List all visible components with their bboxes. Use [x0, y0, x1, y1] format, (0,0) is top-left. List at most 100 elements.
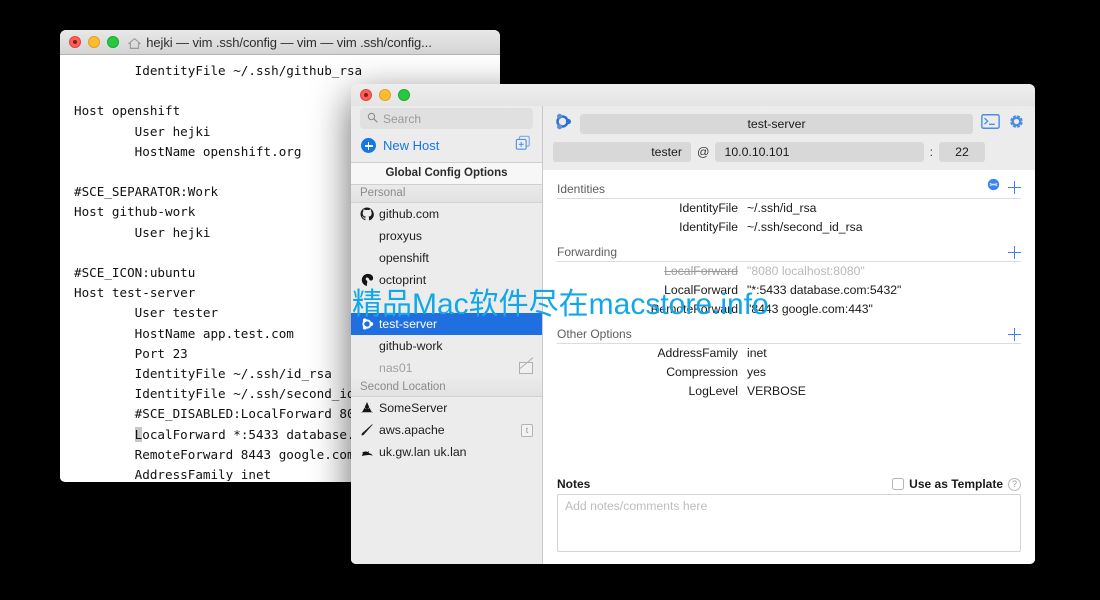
host-row-label: octoprint [379, 273, 427, 287]
app-titlebar[interactable] [351, 84, 1035, 106]
new-host-row: New Host [351, 134, 542, 162]
host-row-label: uk.gw.lan uk.lan [379, 445, 467, 459]
host-row-label: openshift [379, 251, 429, 265]
app-traffic-lights[interactable] [351, 89, 410, 101]
close-button[interactable] [69, 36, 81, 48]
option-row[interactable]: AddressFamily inet [557, 344, 1021, 363]
host-row-label: nas01 [379, 361, 413, 375]
host-disabled-badge [519, 362, 533, 374]
option-row[interactable]: LocalForward "*:5433 database.com:5432" [557, 281, 1021, 300]
help-icon[interactable]: ? [1008, 477, 1021, 491]
notes-label: Notes [557, 477, 591, 491]
ubuntu-icon [553, 112, 572, 136]
option-key: IdentityFile [679, 220, 738, 234]
option-key: LocalForward [664, 264, 738, 278]
option-value[interactable]: "8080 localhost:8080" [747, 263, 865, 280]
host-row[interactable]: octoprint [351, 269, 542, 291]
new-host-label: New Host [383, 138, 440, 153]
option-key: LogLevel [688, 384, 738, 398]
option-key: LocalForward [664, 283, 738, 297]
notes-header: Notes Use as Template ? [557, 477, 1021, 491]
option-row[interactable]: IdentityFile ~/.ssh/id_rsa [557, 199, 1021, 218]
github-icon [360, 207, 374, 221]
terminal-traffic-lights[interactable] [60, 36, 119, 48]
options-section-header: Other Options [557, 327, 1021, 344]
host-list[interactable]: Personal github.com proxyus openshift octopr… [351, 185, 542, 564]
host-row-label: github-work [379, 339, 443, 353]
search-icon [367, 110, 378, 128]
terminal-title-text: hejki — vim .ssh/config — vim — vim .ssh… [146, 34, 432, 50]
options-section-actions [1008, 246, 1021, 259]
host-group-header: Personal [351, 185, 542, 203]
ubuntu-icon [360, 317, 374, 331]
user-input[interactable]: tester [553, 142, 691, 162]
options-section-title: Forwarding [557, 245, 618, 259]
option-row[interactable]: IdentityFile ~/.ssh/second_id_rsa [557, 218, 1021, 237]
colon-symbol: : [929, 145, 933, 159]
debian-icon [360, 445, 374, 459]
app-content: Search New Host Global Config Options Pe… [351, 106, 1035, 564]
app-zoom-button[interactable] [398, 89, 410, 101]
use-as-template-control[interactable]: Use as Template ? [892, 477, 1021, 491]
options-section-actions [987, 178, 1021, 196]
host-template-badge: t [521, 423, 533, 437]
host-row[interactable]: github-work [351, 335, 542, 357]
host-group-header: Second Location [351, 379, 542, 397]
minimize-button[interactable] [88, 36, 100, 48]
search-input[interactable]: Search [360, 108, 533, 129]
host-row[interactable] [351, 291, 542, 313]
host-row[interactable]: SomeServer [351, 397, 542, 419]
option-value[interactable]: ~/.ssh/second_id_rsa [747, 219, 863, 236]
port-input[interactable]: 22 [939, 142, 985, 162]
search-row: Search [351, 106, 542, 134]
app-minimize-button[interactable] [379, 89, 391, 101]
terminal-titlebar[interactable]: hejki — vim .ssh/config — vim — vim .ssh… [60, 30, 500, 55]
open-terminal-icon[interactable] [981, 114, 1000, 134]
hostname-input[interactable]: 10.0.10.101 [715, 142, 924, 162]
host-row[interactable]: aws.apache t [351, 419, 542, 441]
host-row[interactable]: github.com [351, 203, 542, 225]
add-option-button[interactable] [1008, 180, 1021, 194]
option-value[interactable]: "*:5433 database.com:5432" [747, 282, 901, 299]
option-value[interactable]: "8443 google.com:443" [747, 301, 873, 318]
detail-pane: test-server tester @ 10.0.10.101: 22 Id… [543, 106, 1035, 564]
home-icon [128, 37, 142, 50]
gear-icon[interactable] [1008, 113, 1025, 135]
add-option-button[interactable] [1008, 246, 1021, 259]
option-value[interactable]: VERBOSE [747, 383, 806, 400]
notes-textarea[interactable]: Add notes/comments here [557, 494, 1021, 552]
option-key: IdentityFile [679, 201, 738, 215]
option-row[interactable]: RemoteForward "8443 google.com:443" [557, 300, 1021, 319]
host-row[interactable]: proxyus [351, 225, 542, 247]
option-value[interactable]: ~/.ssh/id_rsa [747, 200, 816, 217]
option-value[interactable]: yes [747, 364, 766, 381]
host-row-label: aws.apache [379, 423, 445, 437]
option-key: RemoteForward [650, 302, 738, 316]
options-section-title: Other Options [557, 327, 632, 341]
zoom-button[interactable] [107, 36, 119, 48]
add-option-button[interactable] [1008, 328, 1021, 341]
host-row-label: test-server [379, 317, 438, 331]
global-config-options-button[interactable]: Global Config Options [351, 162, 542, 185]
at-symbol: @ [697, 145, 710, 159]
host-row[interactable]: openshift [351, 247, 542, 269]
option-key: AddressFamily [657, 346, 738, 360]
host-row[interactable]: nas01 [351, 357, 542, 379]
host-row-label: proxyus [379, 229, 423, 243]
app-close-button[interactable] [360, 89, 372, 101]
host-name-input[interactable]: test-server [580, 114, 973, 134]
host-row[interactable]: uk.gw.lan uk.lan [351, 441, 542, 463]
new-host-button[interactable]: New Host [361, 138, 439, 153]
option-value[interactable]: inet [747, 345, 767, 362]
option-row[interactable]: LogLevel VERBOSE [557, 382, 1021, 401]
host-row-selected[interactable]: test-server [351, 313, 542, 335]
plus-circle-icon [361, 138, 376, 153]
ssh-agent-icon[interactable] [987, 178, 1000, 196]
option-row[interactable]: Compression yes [557, 363, 1021, 382]
connection-row: tester @ 10.0.10.101 : 22 [553, 142, 1025, 162]
feather-icon [360, 423, 374, 437]
duplicate-host-icon[interactable] [515, 135, 531, 156]
options-section-title: Identities [557, 182, 606, 196]
use-as-template-checkbox[interactable] [892, 478, 905, 490]
option-row-disabled[interactable]: LocalForward "8080 localhost:8080" [557, 262, 1021, 281]
